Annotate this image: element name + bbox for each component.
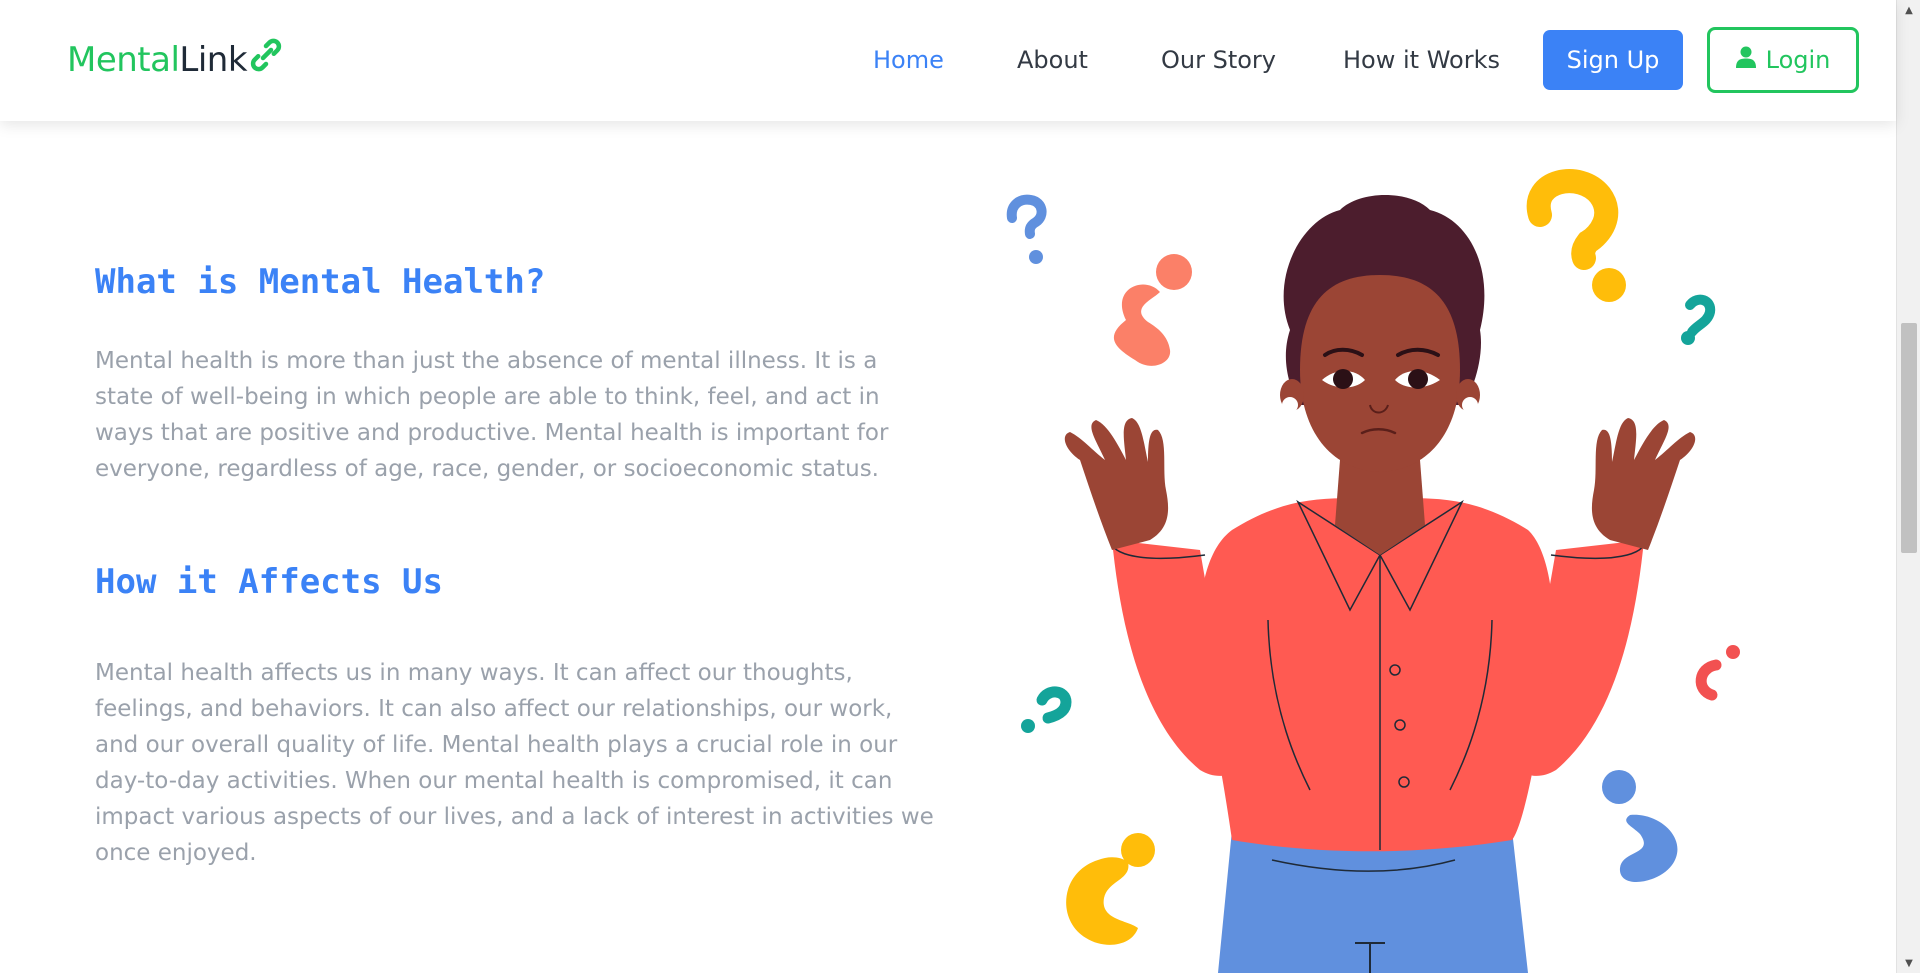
question-mark-icon xyxy=(1695,645,1740,701)
login-label: Login xyxy=(1765,46,1831,74)
nav-link-our-story[interactable]: Our Story xyxy=(1161,46,1276,74)
section-title-how-it-affects-us: How it Affects Us xyxy=(95,562,443,602)
question-mark-icon xyxy=(1006,194,1047,264)
section-body-how-it-affects-us: Mental health affects us in many ways. I… xyxy=(95,660,934,866)
question-mark-icon xyxy=(1113,254,1192,366)
question-mark-icon xyxy=(1526,169,1626,302)
question-mark-icon xyxy=(1021,686,1072,733)
confused-person-illustration xyxy=(1000,150,1760,973)
scroll-down-arrow-icon[interactable]: ▼ xyxy=(1897,953,1920,973)
scroll-up-arrow-icon[interactable]: ▲ xyxy=(1897,0,1920,20)
question-mark-icon xyxy=(1681,294,1716,345)
nav-link-home[interactable]: Home xyxy=(873,46,944,74)
scrollbar-thumb[interactable] xyxy=(1901,323,1917,553)
section-body-what-is-mental-health: Mental health is more than just the abse… xyxy=(95,348,889,482)
sign-up-button[interactable]: Sign Up xyxy=(1543,30,1683,90)
section-title-what-is-mental-health: What is Mental Health? xyxy=(95,262,546,302)
nav-link-about[interactable]: About xyxy=(1017,46,1088,74)
login-button[interactable]: Login xyxy=(1707,27,1859,93)
page: Mental Link Home About Our Story How it W… xyxy=(0,0,1920,973)
nav-link-how-it-works[interactable]: How it Works xyxy=(1343,46,1500,74)
vertical-scrollbar[interactable]: ▲ ▼ xyxy=(1896,0,1920,973)
user-icon xyxy=(1735,46,1756,74)
question-mark-icon xyxy=(1602,770,1678,883)
navbar: Mental Link Home About Our Story How it W… xyxy=(0,0,1896,121)
question-mark-icon xyxy=(1066,833,1155,945)
